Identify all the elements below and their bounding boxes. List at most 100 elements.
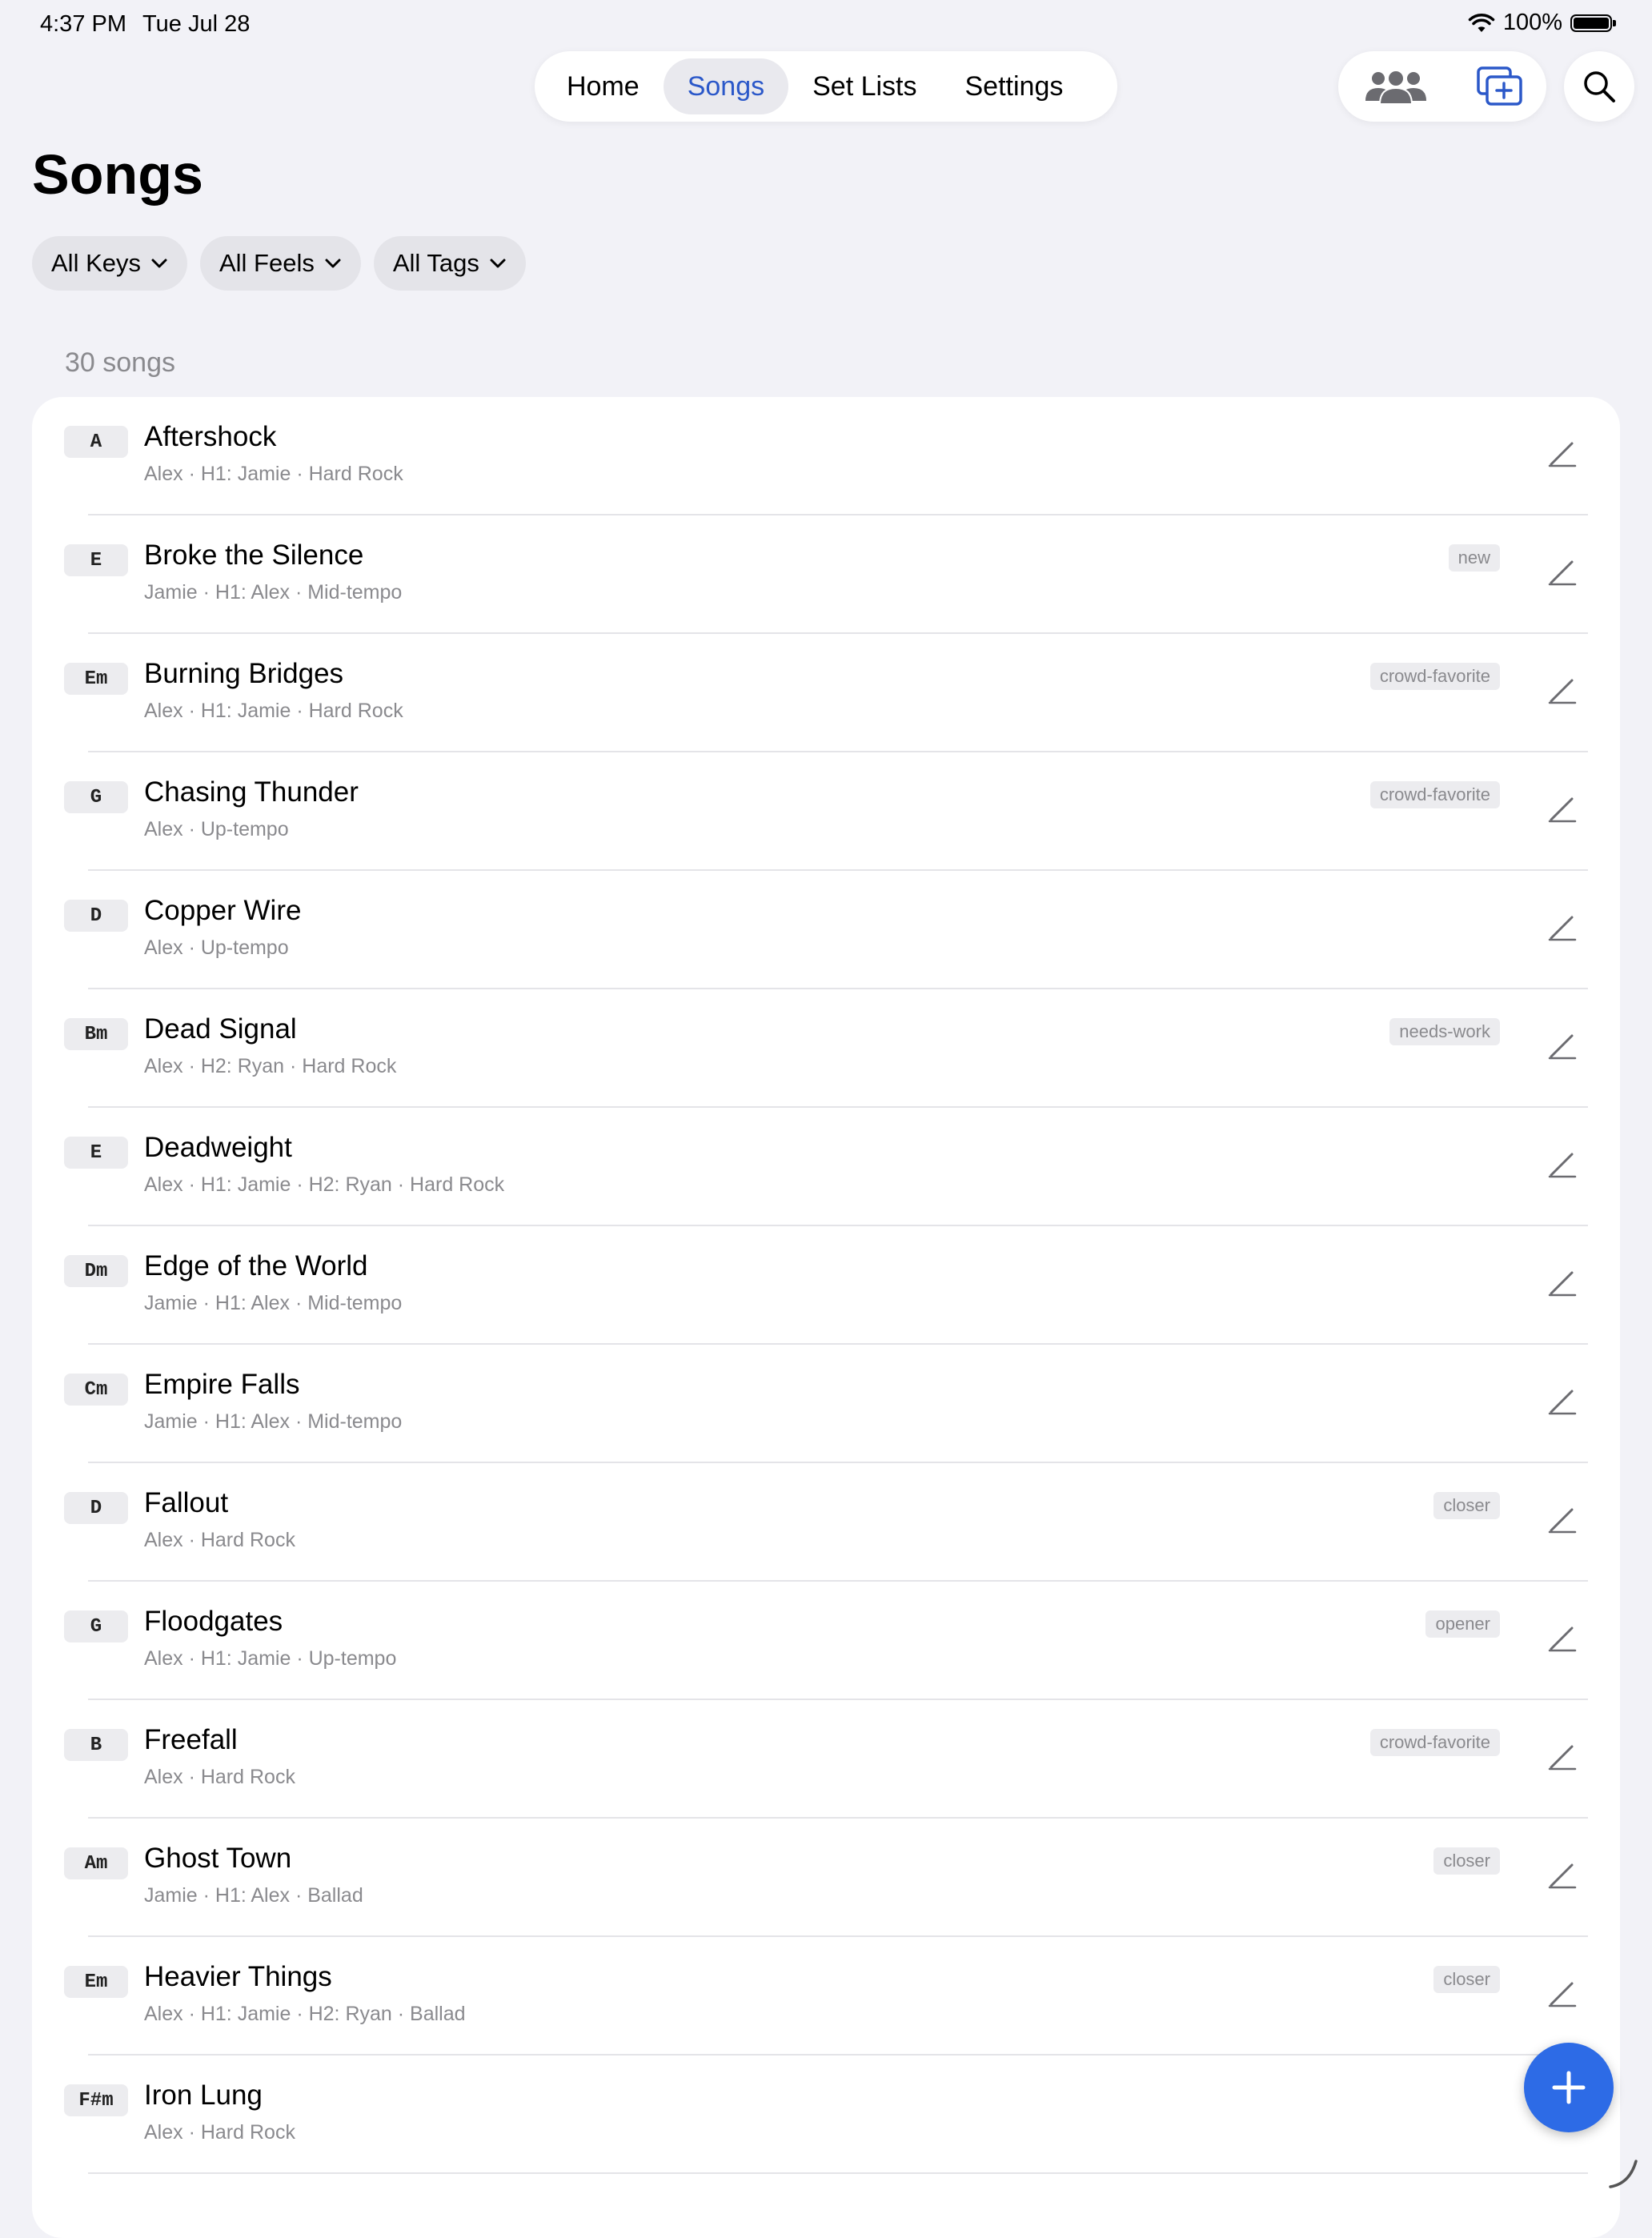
song-tag: crowd-favorite (1369, 1729, 1500, 1756)
filter-bar: All Keys All Feels All Tags (32, 236, 526, 291)
tab-songs[interactable]: Songs (663, 58, 789, 114)
song-key-badge: Am (64, 1847, 128, 1879)
tab-settings[interactable]: Settings (941, 58, 1088, 114)
chevron-down-icon (151, 259, 167, 268)
battery-icon (1570, 14, 1616, 32)
song-meta: Alex · H1: Jamie · Up-tempo (144, 1647, 397, 1670)
song-tag: closer (1433, 1492, 1500, 1519)
resize-handle-icon[interactable] (1606, 2155, 1641, 2190)
plus-icon (1552, 2071, 1586, 2104)
song-key-badge: Bm (64, 1018, 128, 1050)
filter-tags[interactable]: All Tags (373, 236, 526, 291)
pencil-icon[interactable] (1546, 1148, 1578, 1180)
song-row[interactable]: B Freefall Alex · Hard Rock crowd-favori… (32, 1700, 1620, 1819)
status-date: Tue Jul 28 (142, 11, 251, 37)
search-button[interactable] (1564, 51, 1634, 122)
song-title: Copper Wire (144, 895, 302, 926)
song-tag: opener (1425, 1610, 1500, 1638)
pencil-icon[interactable] (1546, 1266, 1578, 1298)
song-row[interactable]: Bm Dead Signal Alex · H2: Ryan · Hard Ro… (32, 989, 1620, 1108)
song-title: Floodgates (144, 1606, 283, 1637)
filter-label: All Tags (392, 249, 479, 277)
song-key-badge: A (64, 426, 128, 458)
filter-label: All Keys (51, 249, 141, 277)
song-title: Fallout (144, 1487, 229, 1518)
search-icon (1584, 71, 1615, 102)
song-row[interactable]: E Deadweight Alex · H1: Jamie · H2: Ryan… (32, 1108, 1620, 1226)
song-key-badge: G (64, 781, 128, 813)
song-key-badge: Em (64, 663, 128, 695)
song-row[interactable]: G Chasing Thunder Alex · Up-tempo crowd-… (32, 752, 1620, 871)
pencil-icon[interactable] (1546, 792, 1578, 824)
song-title: Chasing Thunder (144, 776, 359, 808)
add-song-button[interactable] (1524, 2043, 1614, 2132)
song-meta: Alex · Hard Rock (144, 1766, 295, 1788)
chevron-down-icon (325, 259, 341, 268)
song-meta: Alex · H1: Jamie · H2: Ryan · Ballad (144, 2003, 466, 2025)
pencil-icon[interactable] (1546, 1503, 1578, 1535)
song-meta: Jamie · H1: Alex · Ballad (144, 1884, 363, 1907)
song-count: 30 songs (65, 347, 175, 378)
song-title: Broke the Silence (144, 539, 364, 571)
song-row[interactable]: D Fallout Alex · Hard Rock closer (32, 1463, 1620, 1582)
song-title: Aftershock (144, 421, 277, 452)
pencil-icon[interactable] (1546, 1859, 1578, 1891)
song-row[interactable]: E Broke the Silence Jamie · H1: Alex · M… (32, 515, 1620, 634)
row-divider (88, 2172, 1588, 2174)
filter-keys[interactable]: All Keys (32, 236, 187, 291)
song-meta: Alex · H2: Ryan · Hard Rock (144, 1055, 397, 1077)
song-key-badge: G (64, 1610, 128, 1642)
song-key-badge: Dm (64, 1255, 128, 1287)
song-row[interactable]: G Floodgates Alex · H1: Jamie · Up-tempo… (32, 1582, 1620, 1700)
battery-percent: 100% (1502, 10, 1562, 35)
tab-set-lists[interactable]: Set Lists (788, 58, 940, 114)
song-tag: crowd-favorite (1369, 781, 1500, 808)
song-tag: crowd-favorite (1369, 663, 1500, 690)
pencil-icon[interactable] (1546, 1622, 1578, 1654)
song-tag: needs-work (1389, 1018, 1500, 1045)
song-row[interactable]: Em Heavier Things Alex · H1: Jamie · H2:… (32, 1937, 1620, 2056)
song-meta: Alex · H1: Jamie · H2: Ryan · Hard Rock (144, 1173, 505, 1196)
song-tag: closer (1433, 1966, 1500, 1993)
song-row[interactable]: F#m Iron Lung Alex · Hard Rock (32, 2056, 1620, 2174)
song-meta: Alex · H1: Jamie · Hard Rock (144, 700, 403, 722)
song-title: Freefall (144, 1724, 238, 1755)
filter-feels[interactable]: All Feels (199, 236, 361, 291)
song-row[interactable]: Am Ghost Town Jamie · H1: Alex · Ballad … (32, 1819, 1620, 1937)
people-icon[interactable] (1362, 69, 1429, 104)
status-indicators: 100% (1468, 10, 1616, 36)
pencil-icon[interactable] (1546, 1740, 1578, 1772)
song-key-badge: B (64, 1729, 128, 1761)
song-row[interactable]: Em Burning Bridges Alex · H1: Jamie · Ha… (32, 634, 1620, 752)
pencil-icon[interactable] (1546, 437, 1578, 469)
pencil-icon[interactable] (1546, 1385, 1578, 1417)
tab-home[interactable]: Home (543, 58, 664, 114)
chevron-down-icon (490, 259, 506, 268)
song-tag: closer (1433, 1847, 1500, 1875)
song-title: Deadweight (144, 1132, 292, 1163)
song-meta: Alex · H1: Jamie · Hard Rock (144, 463, 403, 485)
song-row[interactable]: Dm Edge of the World Jamie · H1: Alex · … (32, 1226, 1620, 1345)
pencil-icon[interactable] (1546, 555, 1578, 588)
pencil-icon[interactable] (1546, 674, 1578, 706)
pencil-icon[interactable] (1546, 1977, 1578, 2009)
song-key-badge: E (64, 1137, 128, 1169)
song-title: Dead Signal (144, 1013, 297, 1045)
song-meta: Alex · Hard Rock (144, 1529, 295, 1551)
song-title: Iron Lung (144, 2080, 263, 2111)
song-key-badge: F#m (64, 2084, 128, 2116)
song-meta: Alex · Up-tempo (144, 818, 289, 840)
song-meta: Jamie · H1: Alex · Mid-tempo (144, 1292, 403, 1314)
add-window-icon[interactable] (1476, 66, 1523, 106)
pencil-icon[interactable] (1546, 1029, 1578, 1061)
song-row[interactable]: A Aftershock Alex · H1: Jamie · Hard Roc… (32, 397, 1620, 515)
song-tag: new (1448, 544, 1500, 572)
song-row[interactable]: D Copper Wire Alex · Up-tempo (32, 871, 1620, 989)
song-title: Heavier Things (144, 1961, 332, 1992)
song-key-badge: D (64, 900, 128, 932)
song-row[interactable]: Cm Empire Falls Jamie · H1: Alex · Mid-t… (32, 1345, 1620, 1463)
song-key-badge: Cm (64, 1374, 128, 1406)
song-key-badge: Em (64, 1966, 128, 1998)
pencil-icon[interactable] (1546, 911, 1578, 943)
song-meta: Alex · Hard Rock (144, 2121, 295, 2144)
